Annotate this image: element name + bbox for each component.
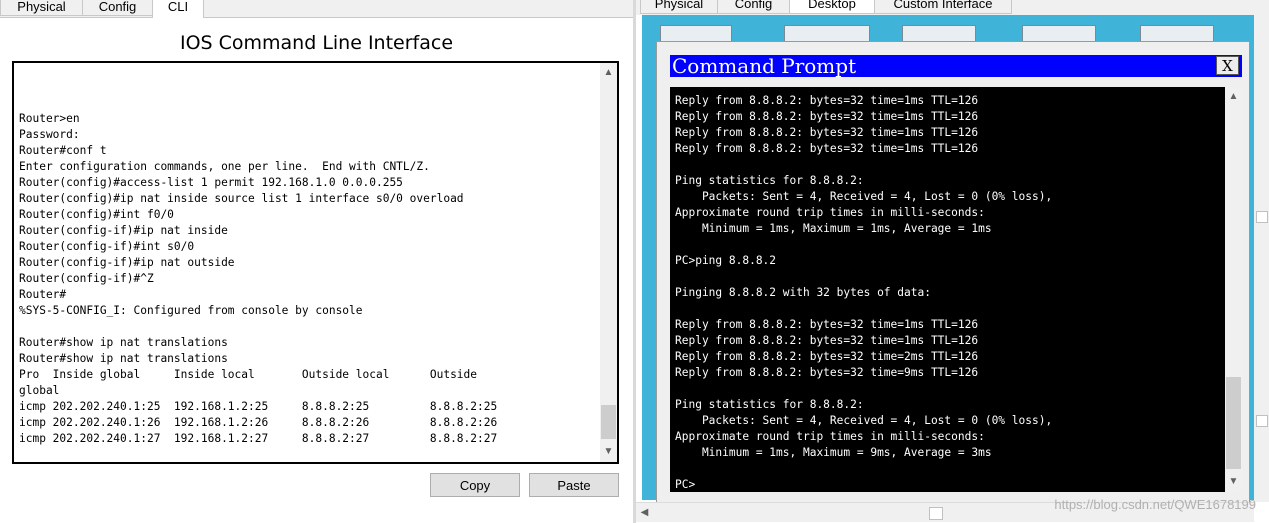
cli-console[interactable]: Router>en Password: Router#conf t Enter … <box>12 61 619 464</box>
tab-cli[interactable]: CLI <box>152 0 204 18</box>
tab-physical[interactable]: Physical <box>640 0 718 14</box>
window-title: Command Prompt <box>672 54 857 78</box>
vertical-scroll-thumb[interactable] <box>1256 211 1268 223</box>
terminal[interactable]: Reply from 8.8.8.2: bytes=32 time=1ms TT… <box>670 87 1242 492</box>
horizontal-scroll-thumb[interactable] <box>929 507 943 520</box>
tab-config[interactable]: Config <box>82 0 153 16</box>
terminal-output[interactable]: Reply from 8.8.8.2: bytes=32 time=1ms TT… <box>675 93 1052 492</box>
cli-panel: Physical Config CLI IOS Command Line Int… <box>0 0 633 523</box>
scroll-down-icon[interactable]: ▼ <box>600 444 617 460</box>
cli-scroll-thumb[interactable] <box>601 405 616 439</box>
close-button[interactable]: X <box>1216 56 1239 75</box>
tab-custom-interface[interactable]: Custom Interface <box>874 0 1012 14</box>
desktop-vertical-scrollbar[interactable] <box>1254 15 1269 502</box>
window-title-bar[interactable]: Command Prompt X <box>670 55 1242 77</box>
terminal-scrollbar[interactable]: ▲ ▼ <box>1225 87 1242 492</box>
terminal-scroll-thumb[interactable] <box>1226 377 1241 469</box>
page-title: IOS Command Line Interface <box>179 32 454 54</box>
copy-button[interactable]: Copy <box>430 473 520 497</box>
scroll-up-icon[interactable]: ▲ <box>1225 89 1242 105</box>
watermark: https://blog.csdn.net/QWE1678199 <box>1054 497 1256 512</box>
tab-physical[interactable]: Physical <box>0 0 83 16</box>
scroll-down-icon[interactable]: ▼ <box>1225 474 1242 490</box>
pc-panel: Physical Config Desktop Custom Interface… <box>636 0 1269 523</box>
cli-output[interactable]: Router>en Password: Router#conf t Enter … <box>19 95 497 462</box>
cli-scrollbar[interactable]: ▲ ▼ <box>600 63 617 462</box>
cli-tabbar: Physical Config CLI <box>0 0 633 18</box>
paste-button[interactable]: Paste <box>529 473 619 497</box>
pc-tabbar: Physical Config Desktop Custom Interface <box>636 0 1269 15</box>
tab-desktop[interactable]: Desktop <box>789 0 875 14</box>
command-prompt-window: Command Prompt X Reply from 8.8.8.2: byt… <box>656 41 1250 505</box>
scroll-left-icon[interactable]: ◀ <box>636 503 653 522</box>
vertical-scroll-thumb[interactable] <box>1256 415 1268 427</box>
tab-config[interactable]: Config <box>717 0 790 14</box>
scroll-up-icon[interactable]: ▲ <box>600 65 617 81</box>
desktop-area: Command Prompt X Reply from 8.8.8.2: byt… <box>642 15 1254 505</box>
